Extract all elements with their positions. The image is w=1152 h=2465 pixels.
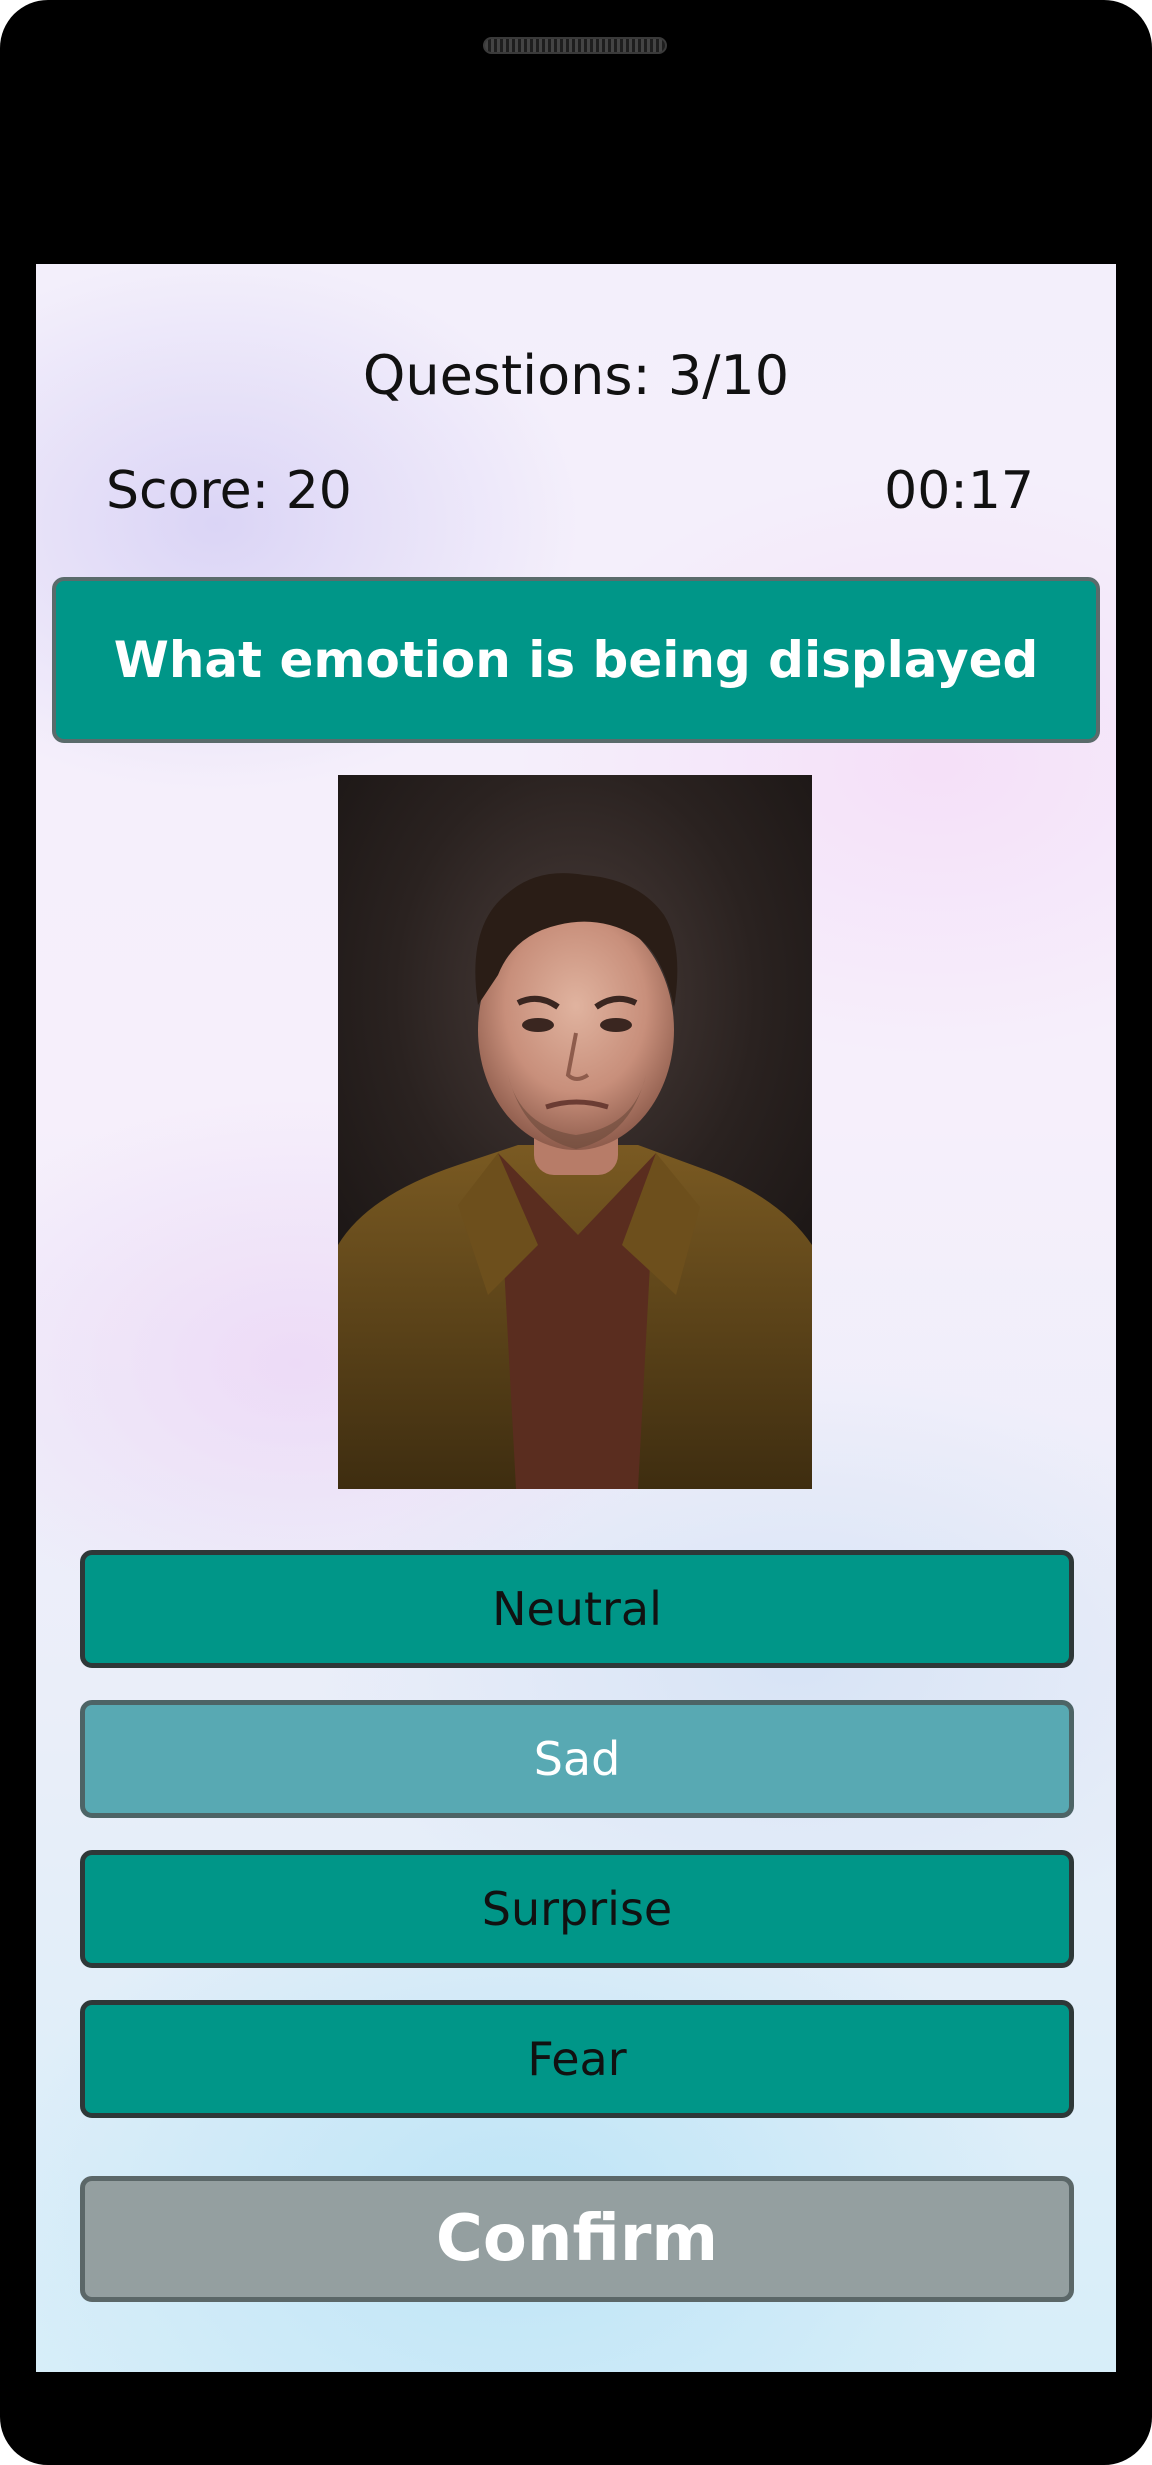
- score-label: Score: 20: [106, 461, 352, 521]
- answer-option-label: Sad: [533, 1732, 621, 1786]
- answer-option-label: Surprise: [481, 1882, 673, 1936]
- confirm-button[interactable]: Confirm: [80, 2176, 1074, 2302]
- portrait-illustration: [338, 873, 812, 1489]
- speaker-grille-icon: [483, 37, 667, 54]
- app-screen: Questions: 3/10 Score: 20 00:17 What emo…: [36, 264, 1116, 2372]
- question-text: What emotion is being displayed: [113, 631, 1039, 689]
- confirm-button-label: Confirm: [435, 2202, 719, 2276]
- phone-frame: Questions: 3/10 Score: 20 00:17 What emo…: [0, 0, 1152, 2465]
- question-banner: What emotion is being displayed: [52, 577, 1100, 743]
- timer-label: 00:17: [884, 461, 1034, 521]
- answer-option-neutral[interactable]: Neutral: [80, 1550, 1074, 1668]
- emotion-photo: [338, 775, 812, 1489]
- answer-option-label: Fear: [527, 2032, 627, 2086]
- answer-option-surprise[interactable]: Surprise: [80, 1850, 1074, 1968]
- answer-option-fear[interactable]: Fear: [80, 2000, 1074, 2118]
- question-progress: Questions: 3/10: [362, 344, 790, 407]
- answer-option-sad[interactable]: Sad: [80, 1700, 1074, 1818]
- answer-option-label: Neutral: [492, 1582, 662, 1636]
